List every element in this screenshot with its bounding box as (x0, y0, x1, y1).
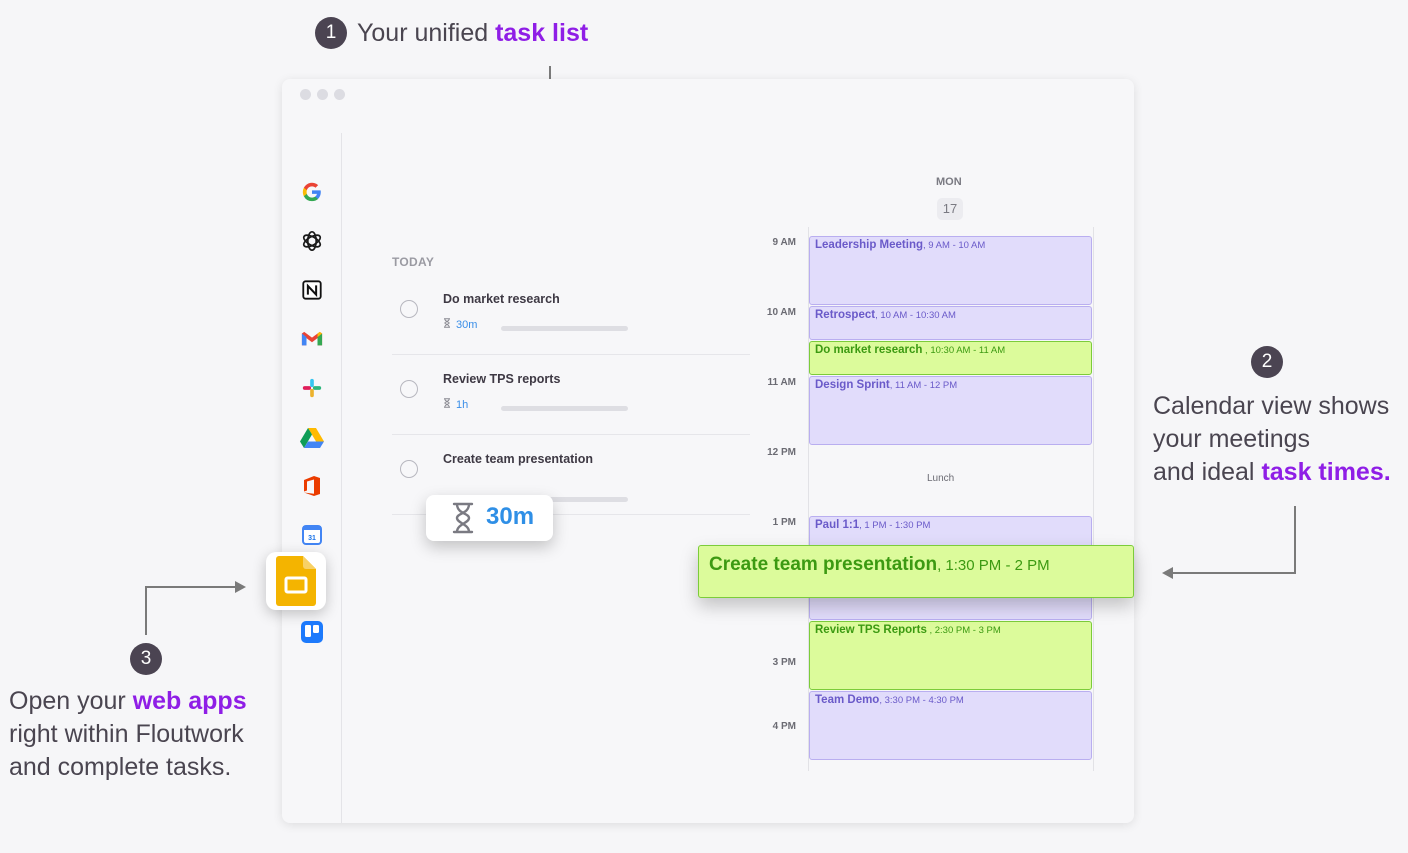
callout-2-arrow-line-vertical (1294, 506, 1296, 573)
callout-2-arrowhead (1162, 567, 1173, 579)
google-icon[interactable] (300, 180, 324, 204)
calendar-day-label: MON (936, 176, 962, 188)
google-calendar-icon-text: 31 (308, 535, 316, 542)
event-title: Do market research (815, 344, 923, 356)
time-label: 1 PM (772, 517, 796, 528)
task-progress-bar (501, 406, 628, 411)
callout-2-highlight: task times. (1261, 458, 1391, 486)
event-title: Paul 1:1 (815, 519, 860, 531)
event-time: , 2:30 PM - 3 PM (926, 625, 1001, 636)
callout-3-highlight: web apps (132, 687, 247, 715)
callout-1-prefix: Your unified (357, 19, 496, 47)
event-time: , 10:30 AM - 11 AM (922, 345, 1006, 356)
calendar-event[interactable]: Design Sprint, 11 AM - 12 PM (809, 376, 1092, 445)
callout-3-arrowhead (235, 581, 246, 593)
callout-2-prefix: and ideal (1153, 458, 1262, 486)
callout-1-text: Your unified task list (357, 17, 588, 50)
task-progress-bar (501, 326, 628, 331)
time-label: 10 AM (766, 307, 796, 318)
task-duration: 1h (443, 398, 468, 411)
event-time: , 11 AM - 12 PM (889, 380, 958, 391)
callout-3-line-2: right within Floutwork (9, 720, 244, 748)
callout-1-highlight: task list (495, 19, 589, 47)
dragged-event-title: Create team presentation (709, 554, 938, 575)
office-icon[interactable] (300, 474, 324, 498)
callout-2-arrow-line-horizontal (1172, 572, 1296, 574)
calendar-date[interactable]: 17 (937, 198, 963, 220)
task-title: Review TPS reports (443, 372, 561, 386)
calendar-event[interactable]: Retrospect, 10 AM - 10:30 AM (809, 306, 1092, 340)
event-title: Review TPS Reports (815, 624, 927, 636)
callout-3-arrow-line-horizontal (145, 586, 235, 588)
callout-3-arrow-line-vertical (145, 587, 147, 635)
time-label: 9 AM (772, 237, 796, 248)
dragged-task-event[interactable]: Create team presentation, 1:30 PM - 2 PM (698, 545, 1134, 598)
chatgpt-icon[interactable] (300, 229, 324, 253)
callout-2-line-1: Calendar view shows (1153, 392, 1390, 420)
callout-3-number: 3 (130, 643, 162, 675)
google-drive-icon[interactable] (300, 425, 324, 449)
event-time: , 1 PM - 1:30 PM (859, 520, 931, 531)
callout-3-text: Open your web apps right within Floutwor… (9, 685, 247, 784)
floating-duration-value: 30m (486, 503, 535, 530)
task-title: Create team presentation (443, 452, 594, 466)
hourglass-icon (444, 318, 450, 328)
callout-2-line-2: your meetings (1153, 425, 1311, 453)
app-window: 31 TODAY Do market research 30m Review T… (266, 79, 1134, 823)
event-time: , 9 AM - 10 AM (923, 240, 986, 251)
event-title: Leadership Meeting (815, 239, 923, 251)
task-checkbox[interactable] (400, 380, 418, 398)
task-duration: 30m (443, 318, 477, 331)
google-slides-icon (276, 556, 316, 606)
callout-2-text: Calendar view shows your meetings and id… (1153, 390, 1391, 489)
event-title: Retrospect (815, 309, 876, 321)
window-dot-3 (334, 89, 345, 100)
callout-2-number: 2 (1251, 346, 1283, 378)
event-time: , 3:30 PM - 4:30 PM (879, 695, 964, 706)
time-label: 11 AM (767, 377, 796, 388)
callout-2-line-3: and ideal task times. (1153, 456, 1391, 489)
sidebar-divider (341, 133, 342, 823)
window-dot-2 (317, 89, 328, 100)
task-checkbox[interactable] (400, 300, 418, 318)
event-title: Team Demo (815, 694, 880, 706)
task-duration-value: 1h (456, 399, 469, 411)
lunch-label: Lunch (927, 473, 955, 484)
task-item[interactable]: Review TPS reports 1h (392, 354, 750, 435)
calendar-right-border (1093, 227, 1094, 771)
google-calendar-icon[interactable]: 31 (300, 523, 324, 547)
floating-duration-badge[interactable]: 30m (426, 495, 553, 541)
notion-icon[interactable] (300, 278, 324, 302)
event-time: , 10 AM - 10:30 AM (875, 310, 956, 321)
time-label: 3 PM (772, 657, 796, 668)
hourglass-icon (452, 502, 474, 534)
calendar-event[interactable]: Team Demo, 3:30 PM - 4:30 PM (809, 691, 1092, 760)
calendar-event[interactable]: Leadership Meeting, 9 AM - 10 AM (809, 236, 1092, 305)
hourglass-icon (444, 398, 450, 408)
task-item[interactable]: Do market research 30m (392, 274, 750, 355)
callout-3-prefix: Open your (9, 687, 133, 715)
today-section-label: TODAY (392, 255, 435, 269)
calendar-task-event[interactable]: Review TPS Reports , 2:30 PM - 3 PM (809, 621, 1092, 690)
dragged-event-time: , 1:30 PM - 2 PM (937, 557, 1050, 574)
time-label: 4 PM (772, 721, 796, 732)
window-dot-1 (300, 89, 311, 100)
trello-icon[interactable] (300, 620, 324, 644)
callout-1-number: 1 (315, 17, 347, 49)
task-title: Do market research (443, 292, 560, 306)
slack-icon[interactable] (300, 376, 324, 400)
callout-3-line-3: and complete tasks. (9, 753, 232, 781)
callout-3-line-1: Open your web apps (9, 685, 247, 718)
event-title: Design Sprint (815, 379, 890, 391)
gmail-icon[interactable] (300, 327, 324, 351)
time-label: 12 PM (767, 447, 796, 458)
task-duration-value: 30m (456, 319, 478, 331)
google-slides-app[interactable] (266, 552, 326, 610)
calendar-task-event[interactable]: Do market research , 10:30 AM - 11 AM (809, 341, 1092, 375)
task-checkbox[interactable] (400, 460, 418, 478)
